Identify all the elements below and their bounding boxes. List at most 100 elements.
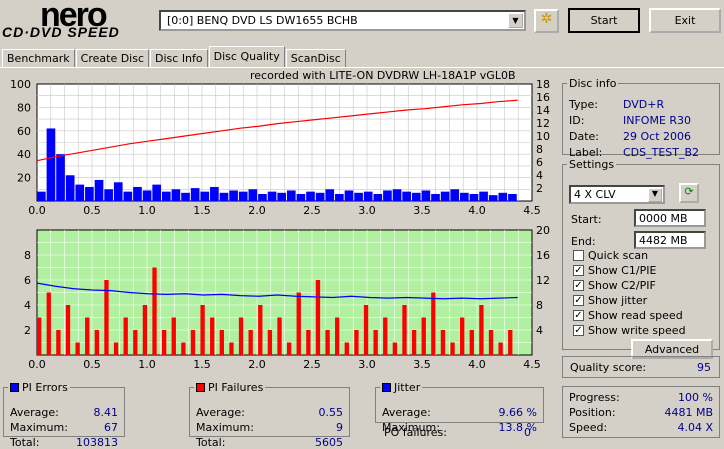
checkbox-show-write-speed[interactable]: ✓ Show write speed [573,324,686,337]
tab-disc-quality[interactable]: Disc Quality [208,46,285,67]
pie-bar [200,191,210,201]
pif-bar [421,317,426,355]
y2-tick-label: 4 [536,169,543,182]
pif-bar [46,292,51,355]
pi-errors-color-icon [10,383,19,392]
tab-bar: Benchmark Create Disc Disc Info Disc Qua… [2,46,347,68]
pif-bar [210,317,215,355]
checkbox-show-jitter[interactable]: ✓ Show jitter [573,294,647,307]
y-tick-label: 80 [17,101,31,114]
checkbox-icon[interactable]: ✓ [573,325,584,336]
pif-bar [335,317,340,355]
pif-bar [488,330,494,355]
jitter-title: Jitter [394,381,421,394]
settings-title: Settings [569,158,615,171]
y2-tick-label: 10 [536,130,550,143]
pif-bar [152,267,157,355]
tab-scandisc[interactable]: ScanDisc [285,49,346,67]
pie-bar [325,189,335,201]
stat-row: Maximum: 9 [196,421,343,434]
settings-group: Settings 4 X CLV ▼ ⟳ Start: 0000 MB End: … [562,158,720,359]
drive-select[interactable]: [0:0] BENQ DVD LS DW1655 BCHB ▼ [159,10,526,31]
pie-bar [267,191,277,201]
pif-bar [411,330,417,355]
pi-failures-group: PI Failures Average: 0.55 Maximum: 9 Total: 56… [189,381,350,449]
end-input[interactable]: 4482 MB [634,231,706,249]
checkbox-label: Show C2/PIF [588,279,656,292]
y-tick-label: 20 [17,172,31,185]
pie-bar [508,193,517,201]
checkbox-icon[interactable]: ✓ [573,280,584,291]
stat-row: Total: 103813 [10,436,118,449]
pif-bar [229,342,234,355]
x-tick-label: 2.5 [303,204,321,217]
checkbox-label: Show C1/PIE [588,264,657,277]
pie-bar [488,195,498,201]
stat-label: Progress: [569,391,620,404]
pi-errors-group: PI Errors Average: 8.41 Maximum: 67 Total: 103… [3,381,125,449]
x-tick-label: 0.0 [28,358,46,371]
start-label: Start: [571,213,602,226]
exit-button[interactable]: Exit [649,8,721,33]
disc-info-value: DVD+R [623,98,665,111]
pif-bar [133,330,138,355]
pif-bar [238,317,244,355]
tab-benchmark[interactable]: Benchmark [2,49,75,67]
pie-bar [238,191,248,201]
checkbox-icon[interactable]: ✓ [573,265,584,276]
checkbox-show-c1-pie[interactable]: ✓ Show C1/PIE [573,264,656,277]
pie-bar [56,154,65,201]
pie-bar [306,191,315,201]
stat-row: Progress: 100 % [569,391,713,404]
pif-bar [267,330,273,355]
y-tick-label: 60 [17,125,31,138]
y2-tick-label: 2 [536,182,543,195]
pie-bar [142,190,152,201]
disc-info-label: ID: [569,114,585,127]
po-failures-value: 0 [524,426,531,439]
pie-bar [354,192,363,201]
drive-settings-icon[interactable]: ✲ [534,9,559,33]
jitter-color-icon [382,383,391,392]
pif-bar [469,330,474,355]
checkbox-icon[interactable]: ✓ [573,295,584,306]
stat-row: Maximum: 67 [10,421,118,434]
pie-bar [123,191,133,201]
pie-bar [335,193,344,201]
y2-tick-label: 18 [536,78,550,91]
checkbox-show-c2-pif[interactable]: ✓ Show C2/PIF [573,279,656,292]
chevron-down-icon[interactable]: ▼ [648,188,662,202]
x-tick-label: 3.5 [413,204,431,217]
pif-bar [498,342,503,355]
checkbox-show-read-speed[interactable]: ✓ Show read speed [573,309,683,322]
checkbox-icon[interactable]: ✓ [573,310,584,321]
speed-select[interactable]: 4 X CLV ▼ [569,185,665,204]
disc-info-label: Date: [569,130,599,143]
start-button[interactable]: Start [568,8,640,33]
checkbox-quick-scan[interactable]: Quick scan [573,249,648,262]
pif-bar [104,280,109,355]
pif-bar [65,305,71,355]
checkbox-icon[interactable] [573,250,584,261]
pif-bar [75,342,80,355]
y2-tick-label: 14 [536,104,550,117]
pif-bar [123,317,128,355]
y2-tick-label: 4 [536,324,543,337]
pie-bar [421,190,431,201]
pi-failures-color-icon [196,383,205,392]
x-tick-label: 1.5 [193,358,211,371]
stat-value: 4481 MB [664,406,713,419]
pie-bar [296,193,306,201]
pif-bar [460,317,465,355]
stat-label: Position: [569,406,616,419]
chevron-down-icon[interactable]: ▼ [508,13,523,28]
pie-bar [392,189,402,201]
stat-row: Speed: 4.04 X [569,421,713,434]
tab-create-disc[interactable]: Create Disc [75,49,150,67]
pie-bar [104,189,113,201]
drive-value: [0:0] BENQ DVD LS DW1655 BCHB [167,14,358,27]
refresh-icon[interactable]: ⟳ [679,183,699,203]
pie-bar [479,191,488,201]
tab-disc-info[interactable]: Disc Info [150,49,208,67]
start-input[interactable]: 0000 MB [634,209,706,227]
